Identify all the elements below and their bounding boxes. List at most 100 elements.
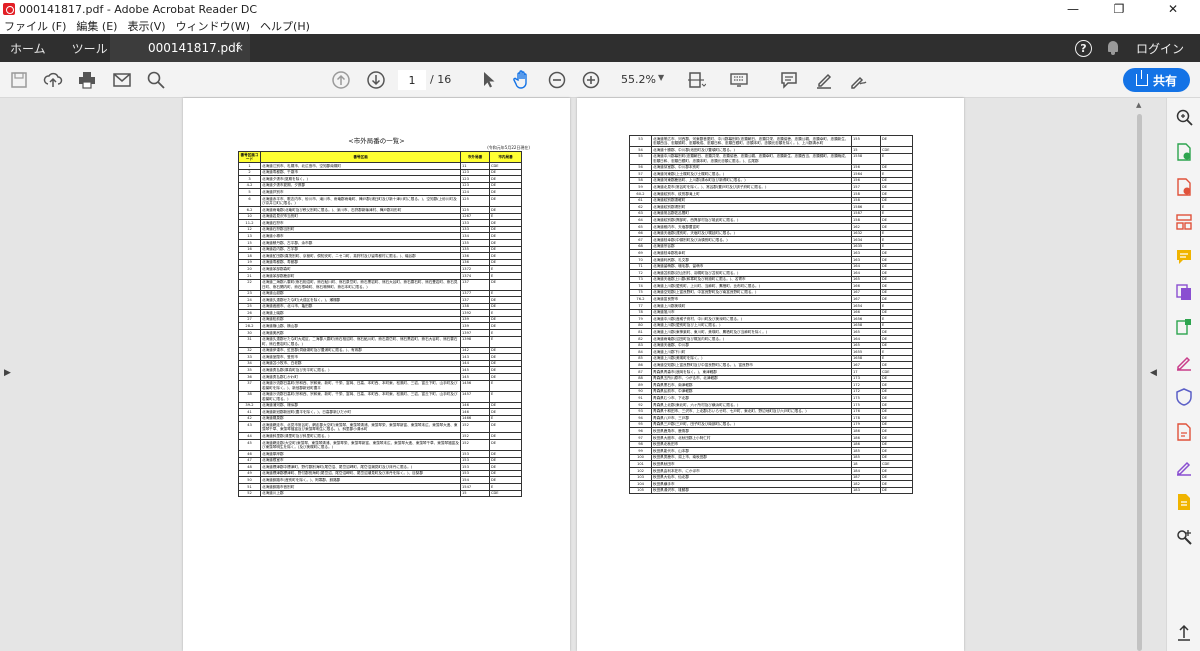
code-cell: 31 xyxy=(238,335,261,348)
scroll-up-icon[interactable]: ▲ xyxy=(1136,101,1141,109)
area-cell: 北海道夕張市(夏期を除く。) xyxy=(260,175,461,183)
area-code-cell: 152 xyxy=(460,421,490,434)
select-cursor-icon[interactable] xyxy=(478,70,498,90)
code-cell: 73 xyxy=(629,275,652,284)
area-code-cell: 1372 xyxy=(460,265,490,273)
send-file-icon[interactable] xyxy=(1175,493,1193,511)
hand-tool-icon[interactable] xyxy=(512,70,532,90)
search-icon[interactable] xyxy=(146,70,166,90)
area-cell: 北海道天塩郡(遠別町、天塩町及び幌延町に限る。) xyxy=(651,229,852,238)
table-row: 77 北海道上川郡美瑛町 1654 E xyxy=(629,302,913,310)
combine-files-icon[interactable] xyxy=(1175,283,1193,301)
local-code-cell: DE xyxy=(880,135,913,147)
export-pdf-icon[interactable] xyxy=(1175,143,1193,161)
area-cell: 北海道檜山郡、檜山郡 xyxy=(260,322,461,331)
area-cell: 北海道標津郡中標津町、野付郡別海町(尾岱沼、尾岱沼岬町、尾岱沼潮見町及び床丹に限… xyxy=(260,463,461,471)
area-cell: 青森県弘前市、中津軽郡 xyxy=(651,387,852,396)
edit-pdf-icon[interactable] xyxy=(1175,318,1193,336)
collapse-panel-icon[interactable] xyxy=(1175,623,1193,641)
area-cell: 青森県青森市(浪岡を除く。)、東津軽郡 xyxy=(651,368,852,376)
menu-view[interactable]: 表示(V) xyxy=(127,18,165,34)
create-pdf-icon[interactable] xyxy=(1175,178,1193,196)
table-row: 72 北海道苫前郡(初山別村、羽幌町及び苫前町に限る。) 164 DE xyxy=(629,269,913,277)
local-code-cell: E xyxy=(489,309,522,317)
zoom-level[interactable]: 55.2% xyxy=(621,73,656,86)
zoom-in-icon[interactable] xyxy=(581,70,601,90)
area-cell: 北海道伊達市、虻田郡(洞爺湖町及び豊浦町に限る。)、有珠郡 xyxy=(260,346,461,355)
login-button[interactable]: ログイン xyxy=(1136,40,1184,57)
area-code-cell: 164 xyxy=(851,335,881,343)
tab-document[interactable]: 000141817.pdf × xyxy=(110,34,250,62)
table-row: 65 北海道稚内市、天塩郡豊富町 162 DE xyxy=(629,222,913,231)
mail-icon[interactable] xyxy=(112,70,132,90)
menu-edit[interactable]: 編集 (E) xyxy=(76,18,117,34)
zoom-dropdown-icon[interactable]: ▼ xyxy=(658,73,664,82)
local-code-cell: DE xyxy=(489,408,522,416)
maximize-button[interactable]: ❐ xyxy=(1096,0,1142,18)
table-row: 2 北海道寿都郡、千歳市 123 DE xyxy=(238,168,522,177)
previous-page-icon[interactable] xyxy=(331,70,351,90)
print-icon[interactable] xyxy=(77,70,97,90)
code-cell: 21 xyxy=(238,271,261,280)
menu-file[interactable]: ファイル (F) xyxy=(4,18,66,34)
code-cell: 10 xyxy=(238,212,261,221)
zoom-out-icon[interactable] xyxy=(547,70,567,90)
more-tools-icon[interactable] xyxy=(1175,528,1193,546)
table-row: 89 青森県黒石市、南津軽郡 172 DE xyxy=(629,381,913,389)
tab-close-icon[interactable]: × xyxy=(235,41,244,54)
bell-icon[interactable] xyxy=(1106,40,1120,56)
code-cell: 88 xyxy=(629,374,652,383)
code-cell: 3 xyxy=(238,175,261,183)
area-code-cell: 153 xyxy=(460,469,490,478)
sign-icon[interactable] xyxy=(848,70,868,90)
minimize-button[interactable]: — xyxy=(1050,0,1096,18)
help-icon[interactable]: ? xyxy=(1074,39,1092,57)
page-fit-icon[interactable] xyxy=(686,70,706,90)
table-row: 90 青森県弘前市、中津軽郡 172 DE xyxy=(629,387,913,396)
code-cell: 30 xyxy=(238,329,261,337)
close-button[interactable]: ✕ xyxy=(1150,0,1196,18)
table-row: 33 北海道室蘭市、登別市 143 DE xyxy=(238,353,522,361)
local-code-cell: DE xyxy=(489,245,522,254)
table-row: 12 北海道石狩郡当別町 133 DE xyxy=(238,225,522,234)
fill-sign-icon[interactable] xyxy=(1175,353,1193,371)
expand-right-panel-icon[interactable]: ◀ xyxy=(1150,368,1157,378)
menu-help[interactable]: ヘルプ(H) xyxy=(260,18,310,34)
keyboard-icon[interactable] xyxy=(729,70,749,90)
local-code-cell: DE xyxy=(489,175,522,183)
pdf-file-icon[interactable] xyxy=(1175,423,1193,441)
area-cell: 青森県五所川原市、つがる市、北津軽郡 xyxy=(651,374,852,383)
area-code-cell: 153 xyxy=(460,456,490,465)
table-row: 52 北海道川上郡 15 CDE xyxy=(238,489,522,498)
send-signature-icon[interactable] xyxy=(1175,458,1193,476)
area-code-cell: 165 xyxy=(851,341,881,350)
protect-shield-icon[interactable] xyxy=(1175,388,1193,406)
tab-home[interactable]: ホーム xyxy=(0,34,56,62)
save-icon[interactable] xyxy=(9,70,29,90)
area-cell: 北海道松前郡 xyxy=(260,315,461,324)
enhance-scan-icon[interactable] xyxy=(1175,108,1193,126)
highlight-pen-icon[interactable] xyxy=(814,70,834,90)
code-cell: 64 xyxy=(629,216,652,224)
area-cell: 青森県むつ市、下北郡 xyxy=(651,394,852,402)
document-viewer[interactable]: ▶ <市外局番の一覧> (令和元年5月22日現在) 番号区画コード 番号区画 市… xyxy=(0,98,1166,651)
page-number-input[interactable]: 1 xyxy=(397,69,427,91)
menu-window[interactable]: ウィンドウ(W) xyxy=(176,18,250,34)
area-code-cell: 1267 xyxy=(460,212,490,221)
share-button[interactable]: 共有 xyxy=(1123,68,1190,92)
code-cell: 65 xyxy=(629,222,652,231)
comment-tool-icon[interactable] xyxy=(1175,248,1193,266)
comment-icon[interactable] xyxy=(779,70,799,90)
area-cell: 北海道岩見沢市当別町 xyxy=(260,212,461,221)
area-cell: 北海道岩内郡、古宇郡 xyxy=(260,245,461,254)
code-cell: 13 xyxy=(238,232,261,240)
upload-cloud-icon[interactable] xyxy=(43,70,63,90)
organize-pages-icon[interactable] xyxy=(1175,213,1193,231)
local-code-cell: CDE xyxy=(880,368,913,376)
area-code-cell: 138 xyxy=(460,302,490,311)
next-page-icon[interactable] xyxy=(366,70,386,90)
area-code-cell: 1558 xyxy=(851,152,881,165)
vertical-scrollbar[interactable] xyxy=(1137,114,1142,651)
area-code-cell: 187 xyxy=(851,473,881,482)
expand-left-panel-icon[interactable]: ▶ xyxy=(4,368,11,378)
